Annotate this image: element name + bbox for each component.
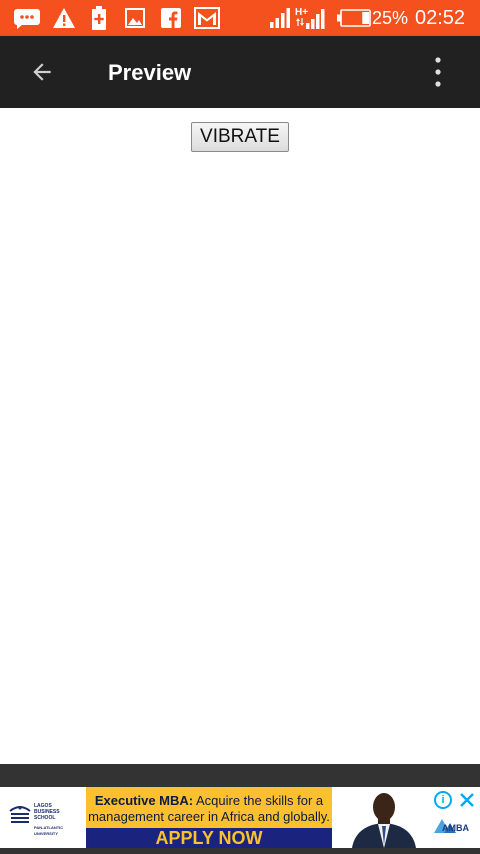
battery-saver-icon xyxy=(89,6,109,30)
ad-logo-line4: PAN-ATLANTIC UNIVERSITY xyxy=(34,825,64,836)
network-type-label: H+ xyxy=(295,7,308,18)
back-button[interactable] xyxy=(20,50,64,94)
app-bar: Preview xyxy=(0,36,480,108)
ad-school-logo: LAGOS BUSINESS SCHOOL PAN-ATLANTIC UNIVE… xyxy=(6,799,84,837)
page-title: Preview xyxy=(108,60,192,85)
amba-label: AMBA xyxy=(442,823,469,833)
apply-now-button[interactable]: APPLY NOW xyxy=(86,828,332,848)
gallery-icon xyxy=(124,6,146,30)
ad-message[interactable]: Executive MBA: Acquire the skills for a … xyxy=(86,787,332,848)
messages-icon xyxy=(12,6,42,30)
signal-hplus-icon: H+ xyxy=(295,6,327,30)
lbs-crest-icon xyxy=(9,806,31,823)
status-bar: H+ 25% 02:52 xyxy=(0,0,480,36)
arrow-back-icon xyxy=(33,63,51,81)
signal-icon xyxy=(268,6,292,30)
clock: 02:52 xyxy=(415,7,466,29)
vibrate-button[interactable]: VIBRATE xyxy=(191,122,289,152)
gmail-icon xyxy=(193,6,221,30)
battery-icon xyxy=(337,6,371,30)
ad-info-icon[interactable]: i xyxy=(434,791,452,809)
ad-logo-line3: SCHOOL xyxy=(34,815,56,821)
more-options-button[interactable] xyxy=(416,50,460,94)
close-icon xyxy=(460,793,474,807)
battery-percent: 25% xyxy=(372,8,409,28)
ad-banner[interactable]: LAGOS BUSINESS SCHOOL PAN-ATLANTIC UNIVE… xyxy=(0,787,480,848)
ad-headline-bold: Executive MBA: xyxy=(94,793,194,808)
more-vert-icon xyxy=(435,57,441,87)
facebook-icon xyxy=(160,6,182,30)
content-area: VIBRATE xyxy=(0,108,480,764)
warning-icon xyxy=(51,6,77,30)
ad-person-photo xyxy=(340,787,420,848)
ad-close-button[interactable] xyxy=(458,791,476,809)
ad-headline: Executive MBA: Acquire the skills for a … xyxy=(86,793,332,825)
